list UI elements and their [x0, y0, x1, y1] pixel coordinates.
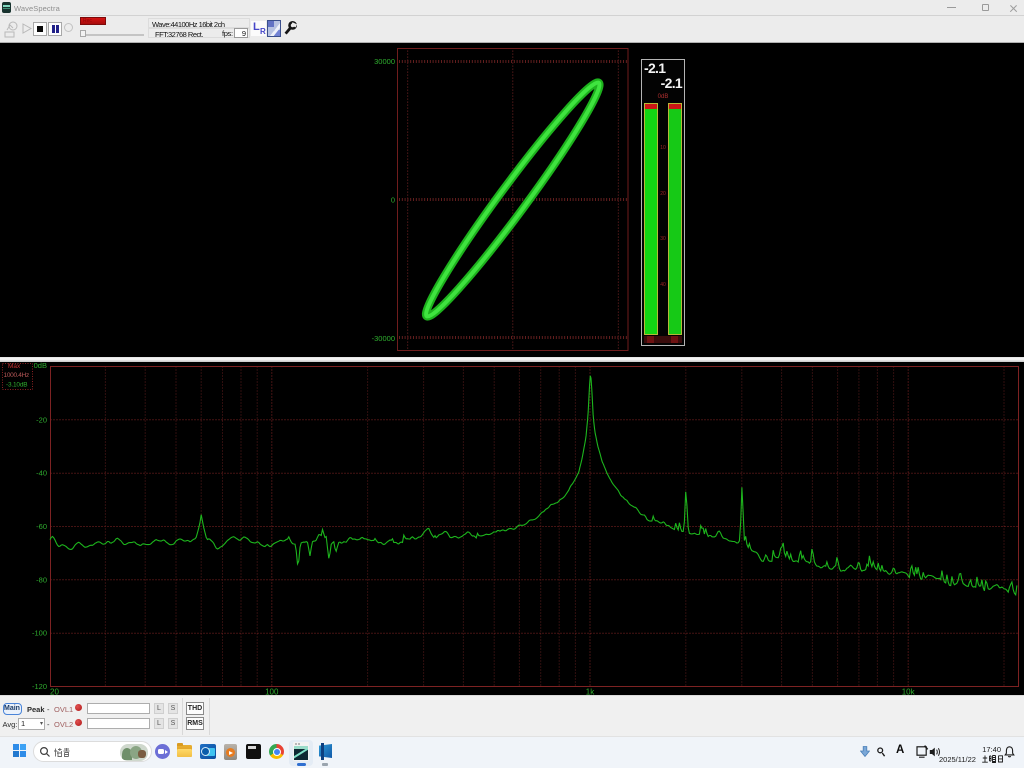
svg-text:-3.10dB: -3.10dB [6, 382, 27, 389]
svg-text:-120: -120 [32, 682, 47, 691]
svg-text:-100: -100 [32, 629, 47, 638]
svg-text:-40: -40 [36, 469, 47, 478]
svg-text:-80: -80 [36, 575, 47, 584]
svg-text:Max: Max [8, 363, 21, 370]
svg-text:-60: -60 [36, 522, 47, 531]
svg-text:-20: -20 [36, 415, 47, 424]
svg-text:1000.4Hz: 1000.4Hz [4, 372, 29, 379]
svg-text:0dB: 0dB [34, 361, 47, 370]
